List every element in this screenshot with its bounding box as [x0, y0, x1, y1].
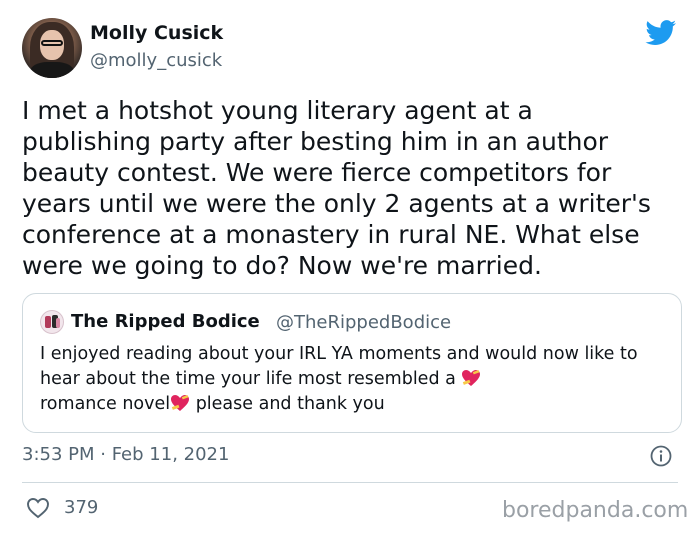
info-icon[interactable] — [650, 445, 672, 467]
quoted-author-handle: @TheRippedBodice — [276, 312, 452, 333]
quoted-tweet-text: I enjoyed reading about your IRL YA mome… — [40, 342, 670, 417]
heart-with-ribbon-emoji-icon — [171, 395, 190, 411]
author-avatar[interactable] — [22, 18, 82, 78]
tweet-text: I met a hotshot young literary agent at … — [22, 96, 651, 280]
author-name[interactable]: Molly Cusick — [90, 22, 223, 44]
heart-outline-icon[interactable] — [26, 497, 50, 519]
divider — [22, 482, 678, 483]
quoted-tweet[interactable]: The Ripped Bodice @TheRippedBodice I enj… — [22, 293, 682, 433]
quoted-text-part2: romance novel — [40, 394, 171, 414]
tweet-timestamp[interactable]: 3:53 PM · Feb 11, 2021 — [22, 444, 229, 465]
heart-with-ribbon-emoji-icon — [462, 370, 481, 386]
author-handle[interactable]: @molly_cusick — [90, 50, 222, 71]
quoted-author-name: The Ripped Bodice — [71, 311, 260, 332]
quoted-text-part3: please and thank you — [190, 394, 385, 414]
quoted-text-part1: I enjoyed reading about your IRL YA mome… — [40, 344, 638, 389]
watermark: boredpanda.com — [502, 498, 689, 523]
like-count[interactable]: 379 — [64, 497, 98, 518]
quoted-avatar[interactable] — [40, 310, 64, 334]
twitter-bird-icon[interactable] — [645, 20, 677, 46]
